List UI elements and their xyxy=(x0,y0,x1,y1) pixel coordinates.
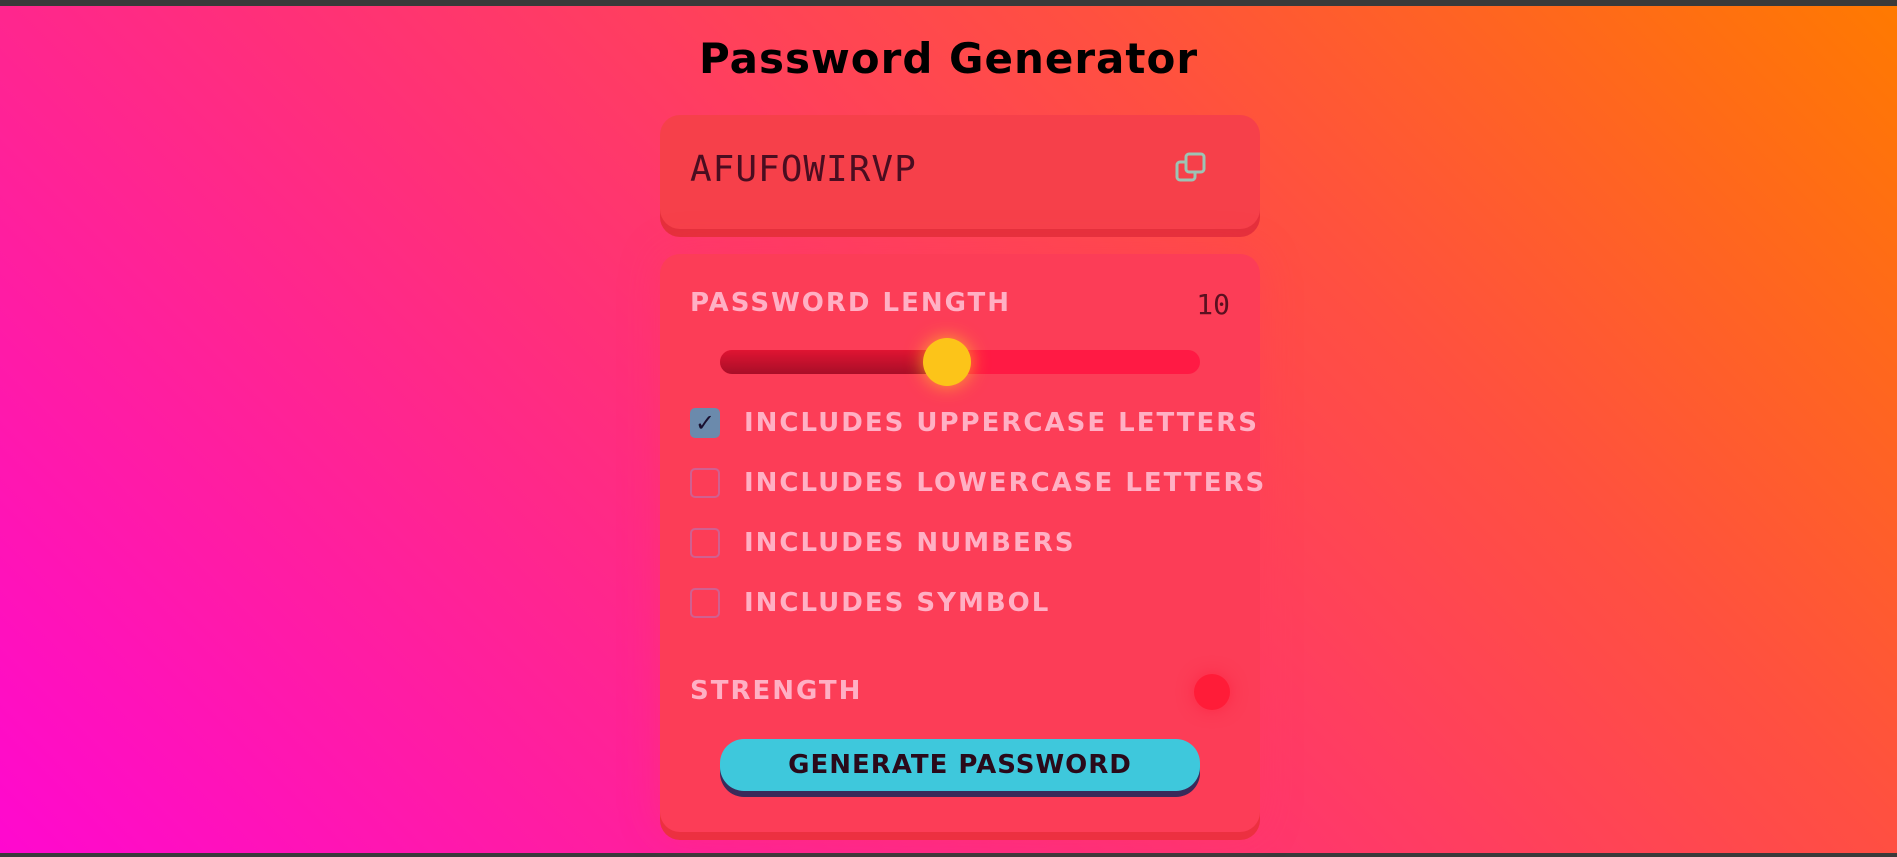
page-title: Password Generator xyxy=(698,34,1199,83)
option-lowercase[interactable]: Includes Lowercase Letters xyxy=(690,466,1266,500)
uppercase-checkbox[interactable]: ✓ xyxy=(690,408,720,438)
option-numbers[interactable]: Includes Numbers xyxy=(690,526,1075,560)
option-uppercase[interactable]: ✓ Includes Uppercase Letters xyxy=(690,406,1259,440)
lowercase-label: Includes Lowercase Letters xyxy=(744,468,1267,498)
symbols-label: Includes Symbol xyxy=(744,588,1051,618)
option-symbols[interactable]: Includes Symbol xyxy=(690,586,1050,620)
symbols-checkbox[interactable] xyxy=(690,588,720,618)
strength-label: Strength xyxy=(690,676,863,706)
copy-button[interactable] xyxy=(1174,151,1208,185)
password-output: AFUFOWIRVP xyxy=(690,149,917,190)
strength-indicator xyxy=(1194,674,1230,710)
length-slider[interactable] xyxy=(720,338,1200,386)
slider-fill xyxy=(720,350,948,374)
numbers-label: Includes Numbers xyxy=(744,528,1076,558)
copy-icon xyxy=(1175,152,1206,182)
numbers-checkbox[interactable] xyxy=(690,528,720,558)
generate-password-button[interactable]: Generate Password xyxy=(720,739,1200,791)
settings-panel: Password Length 10 ✓ Includes Uppercase … xyxy=(660,254,1264,832)
checkmark-icon: ✓ xyxy=(694,409,716,437)
uppercase-label: Includes Uppercase Letters xyxy=(744,408,1260,438)
length-value: 10 xyxy=(1196,288,1230,321)
slider-thumb[interactable] xyxy=(923,338,972,386)
lowercase-checkbox[interactable] xyxy=(690,468,720,498)
length-label: Password Length xyxy=(690,288,1011,318)
password-display: AFUFOWIRVP xyxy=(660,115,1260,229)
